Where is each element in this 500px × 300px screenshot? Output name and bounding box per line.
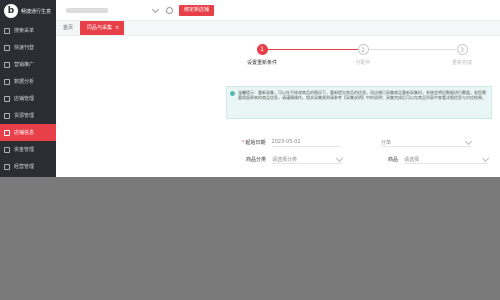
sidebar-item-6[interactable]: 店铺信息 (0, 124, 56, 141)
info-icon (230, 91, 235, 96)
menu-icon (4, 27, 10, 34)
brand[interactable]: b 畅捷通行生意 (0, 0, 56, 22)
sidebar-nav: 搜索采单快速刊登营销推广数据分析店铺管理货源管理店铺信息资金管理经营管理运营工具… (0, 22, 56, 177)
sidebar-item-label: 货源管理 (14, 113, 35, 119)
step-3: 3 重新完成 (432, 44, 492, 66)
sidebar-item-2[interactable]: 营销推广 (0, 56, 56, 73)
topbar: 绑定新店铺 (56, 0, 500, 21)
store-placeholder: 请选择 (404, 156, 420, 163)
step-1-label: 设置重新条件 (246, 60, 277, 66)
step-2: 2 分配中 (333, 44, 393, 66)
notice-box: 温馨提示：重新采集，可以在不修改商品的情况下，重新提交商品的信息。同店铺已采集商… (226, 86, 492, 119)
shop-select[interactable] (62, 4, 162, 16)
unit-select[interactable]: 分单 (381, 137, 473, 147)
main-content: 1 设置重新条件 2 分配中 3 重新完成 温馨提示：重新采集，可以在不修改商品… (56, 36, 500, 177)
tab-collect-label: 同品与采集 (87, 25, 113, 31)
chevron-down-icon (151, 5, 160, 13)
step-2-label: 分配中 (355, 60, 371, 66)
sidebar-item-label: 营销推广 (14, 62, 35, 68)
sidebar-item-5[interactable]: 货源管理 (0, 107, 56, 124)
menu-icon (4, 78, 10, 85)
date-label: 起始日期 (245, 140, 266, 146)
date-row: * 起始日期 2023-05-01 (242, 138, 340, 147)
unit-value: 分单 (381, 139, 392, 146)
logo-icon: b (4, 4, 18, 18)
date-field[interactable]: 2023-05-01 (271, 138, 340, 147)
sidebar-item-4[interactable]: 店铺管理 (0, 90, 56, 107)
category-select[interactable]: 请选择分类 (272, 154, 344, 164)
store-row: 商品 请选择 (388, 154, 490, 164)
sidebar-item-label: 数据分析 (14, 79, 35, 85)
category-row: 商品分类 请选择分类 (246, 154, 344, 164)
sidebar-item-3[interactable]: 数据分析 (0, 73, 56, 90)
sidebar-item-7[interactable]: 资金管理 (0, 141, 56, 158)
menu-icon (4, 61, 10, 68)
chevron-down-icon (481, 154, 490, 162)
step-indicator: 1 设置重新条件 2 分配中 3 重新完成 (56, 44, 500, 74)
sidebar-item-label: 店铺管理 (14, 96, 35, 102)
menu-icon (4, 44, 10, 51)
shop-name-blurred (66, 7, 108, 13)
required-mark: * (242, 139, 245, 146)
sidebar: b 畅捷通行生意 搜索采单快速刊登营销推广数据分析店铺管理货源管理店铺信息资金管… (0, 0, 56, 177)
sidebar-item-1[interactable]: 快速刊登 (0, 39, 56, 56)
sidebar-item-label: 搜索采单 (14, 28, 35, 34)
chevron-down-icon (464, 137, 473, 145)
unit-row: 分单 (381, 137, 473, 147)
chevron-down-icon (335, 154, 344, 162)
menu-icon (4, 146, 10, 153)
sidebar-item-0[interactable]: 搜索采单 (0, 22, 56, 39)
store-select[interactable]: 请选择 (404, 154, 490, 164)
app-window: b 畅捷通行生意 搜索采单快速刊登营销推广数据分析店铺管理货源管理店铺信息资金管… (0, 0, 500, 177)
sidebar-item-label: 资金管理 (14, 147, 35, 153)
category-label: 商品分类 (246, 157, 267, 163)
store-label: 商品 (388, 157, 399, 163)
notice-text: 温馨提示：重新采集，可以在不修改商品的情况下，重新提交商品的信息。同店铺已采集商… (238, 90, 486, 101)
sidebar-item-label: 店铺信息 (14, 130, 35, 136)
category-placeholder: 请选择分类 (272, 156, 298, 163)
tab-collect[interactable]: 同品与采集 × (80, 21, 125, 35)
menu-icon (4, 163, 10, 170)
tab-bar: 首页 同品与采集 × (56, 21, 500, 36)
menu-icon (4, 129, 10, 136)
tab-home[interactable]: 首页 (56, 21, 80, 35)
step-2-number: 2 (357, 44, 369, 55)
date-value: 2023-05-01 (271, 139, 301, 145)
menu-icon (4, 112, 10, 119)
brand-name: 畅捷通行生意 (21, 8, 52, 15)
menu-icon (4, 95, 10, 102)
bind-shop-button[interactable]: 绑定新店铺 (179, 4, 215, 16)
step-3-number: 3 (456, 44, 468, 55)
settings-icon[interactable] (166, 6, 173, 14)
step-1-number: 1 (256, 44, 268, 55)
step-3-label: 重新完成 (451, 60, 472, 66)
sidebar-item-label: 经营管理 (14, 164, 35, 170)
close-icon[interactable]: × (115, 25, 119, 31)
sidebar-item-label: 快速刊登 (14, 45, 35, 51)
sidebar-item-8[interactable]: 经营管理 (0, 158, 56, 175)
sidebar-item-9[interactable]: 运营工具 (0, 175, 56, 177)
step-1: 1 设置重新条件 (232, 44, 292, 66)
